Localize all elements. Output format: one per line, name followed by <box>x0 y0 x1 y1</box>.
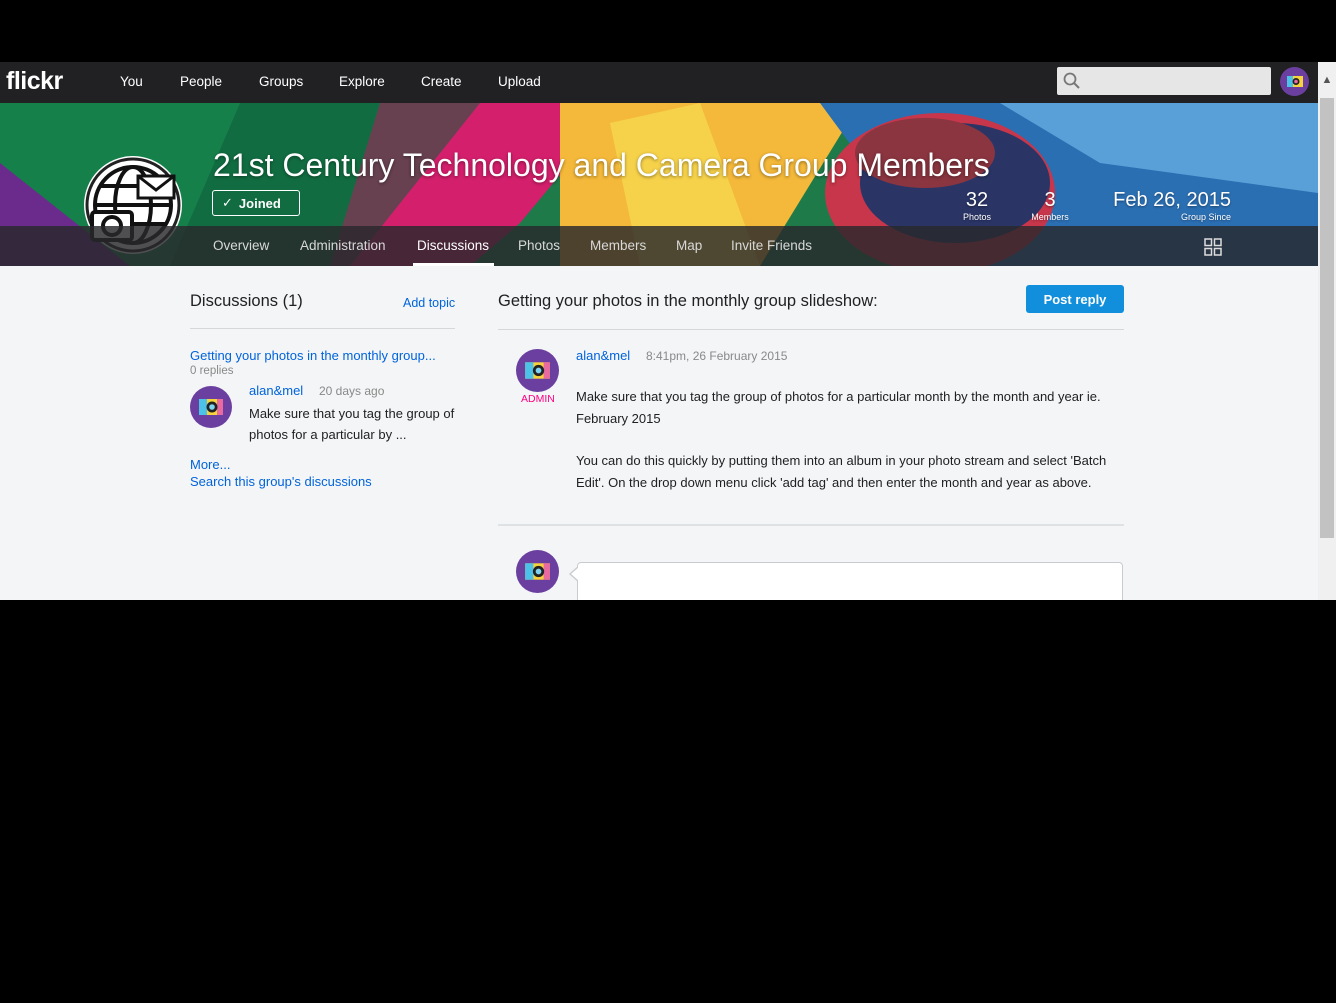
avatar[interactable] <box>516 349 559 392</box>
stat-group-since-label: Group Since <box>1180 212 1231 222</box>
topic-link[interactable]: Getting your photos in the monthly group… <box>190 348 436 363</box>
stat-members[interactable]: 3 Members <box>1027 189 1073 223</box>
post-paragraph: You can do this quickly by putting them … <box>576 453 1107 490</box>
avatar <box>516 550 559 593</box>
group-title: 21st Century Technology and Camera Group… <box>213 147 990 183</box>
tab-map[interactable]: Map <box>676 238 702 253</box>
active-tab-indicator <box>413 263 494 266</box>
grid-view-icon[interactable] <box>1204 238 1222 256</box>
replies-count: 0 replies <box>190 365 234 377</box>
camera-icon <box>1287 76 1303 87</box>
tab-photos[interactable]: Photos <box>518 238 560 253</box>
admin-badge: ADMIN <box>521 393 555 405</box>
nav-you[interactable]: You <box>120 74 143 89</box>
latest-excerpt: Make sure that you tag the group of phot… <box>249 406 455 442</box>
joined-button[interactable]: ✓ Joined <box>212 190 300 216</box>
tab-invite-friends[interactable]: Invite Friends <box>731 238 812 253</box>
search-discussions-link[interactable]: Search this group's discussions <box>190 474 372 489</box>
post-body: Make sure that you tag the group of phot… <box>576 386 1116 514</box>
speech-arrow-fill <box>571 567 579 581</box>
tab-members[interactable]: Members <box>590 238 646 253</box>
camera-icon <box>525 563 550 580</box>
discussions-heading: Discussions (1) <box>190 292 303 310</box>
post-author-link[interactable]: alan&mel <box>576 348 630 363</box>
more-link[interactable]: More... <box>190 457 230 472</box>
stat-members-value: 3 <box>1044 189 1056 211</box>
check-icon: ✓ <box>222 195 233 210</box>
tab-administration[interactable]: Administration <box>300 238 386 253</box>
nav-people[interactable]: People <box>180 74 222 89</box>
latest-time: 20 days ago <box>319 384 385 398</box>
nav-explore[interactable]: Explore <box>339 74 385 89</box>
search-icon <box>1063 72 1080 89</box>
nav-create[interactable]: Create <box>421 74 462 89</box>
camera-icon <box>525 362 550 379</box>
nav-upload[interactable]: Upload <box>498 74 541 89</box>
scrollbar-thumb[interactable] <box>1320 98 1334 538</box>
thread-title: Getting your photos in the monthly group… <box>498 292 878 310</box>
stat-group-since: Feb 26, 2015 Group Since <box>1103 189 1231 223</box>
stat-group-since-value: Feb 26, 2015 <box>1113 189 1231 211</box>
divider <box>498 329 1124 330</box>
scrollbar[interactable]: ▲ <box>1318 62 1336 600</box>
reply-textarea[interactable] <box>569 562 1123 600</box>
divider <box>190 328 455 329</box>
group-subnav: Overview Administration Discussions Phot… <box>0 226 1318 266</box>
group-banner: 21st Century Technology and Camera Group… <box>0 103 1318 266</box>
chevron-up-icon[interactable]: ▲ <box>1318 62 1336 98</box>
stat-photos[interactable]: 32 Photos <box>955 189 999 223</box>
search-input[interactable] <box>1057 67 1271 95</box>
stat-photos-value: 32 <box>965 189 989 211</box>
nav-groups[interactable]: Groups <box>259 74 303 89</box>
latest-author-link[interactable]: alan&mel <box>249 383 303 398</box>
post-paragraph: Make sure that you tag the group of phot… <box>576 389 1101 426</box>
post-reply-button[interactable]: Post reply <box>1026 285 1124 313</box>
flickr-logo[interactable]: flickr <box>6 67 63 96</box>
divider <box>498 524 1124 526</box>
tab-discussions[interactable]: Discussions <box>417 238 489 253</box>
add-topic-link[interactable]: Add topic <box>403 296 455 310</box>
stat-photos-label: Photos <box>962 212 992 222</box>
flickr-page: flickr You People Groups Explore Create … <box>0 62 1336 600</box>
user-avatar[interactable] <box>1280 67 1309 96</box>
post-timestamp[interactable]: 8:41pm, 26 February 2015 <box>646 349 787 363</box>
tab-overview[interactable]: Overview <box>213 238 269 253</box>
top-nav: flickr You People Groups Explore Create … <box>0 62 1318 103</box>
avatar[interactable] <box>190 386 232 428</box>
stat-members-label: Members <box>1031 212 1069 222</box>
joined-label: Joined <box>238 195 281 211</box>
camera-icon <box>199 399 223 415</box>
